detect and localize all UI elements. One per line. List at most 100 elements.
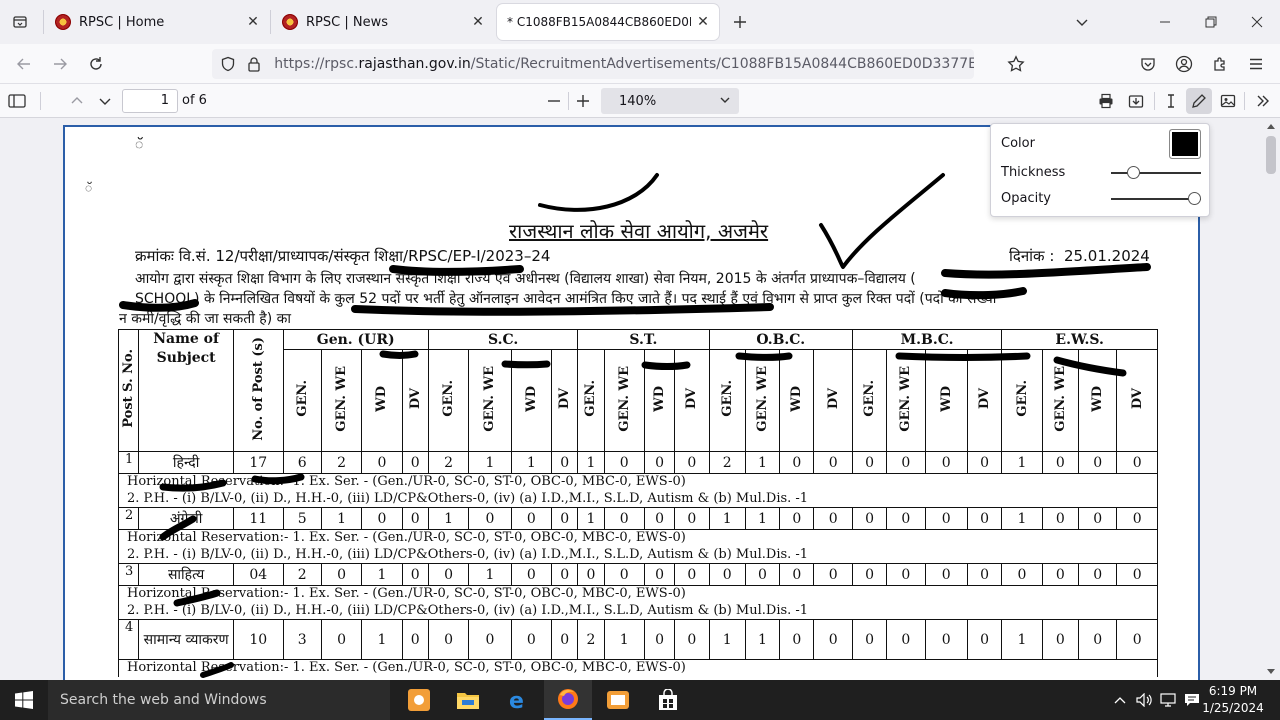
folder-icon [457, 693, 479, 709]
table-cell: 0 [813, 619, 853, 660]
reload-icon [90, 57, 102, 70]
header-group: S.C. [427, 329, 579, 350]
thickness-slider-knob[interactable] [1127, 166, 1140, 179]
url-bar[interactable]: https://rpsc.rajasthan.gov.in/Static/Rec… [212, 49, 974, 79]
table-cell: 0 [886, 451, 926, 474]
tab-close-icon[interactable]: ✕ [466, 10, 490, 34]
table-cell: 1 [468, 451, 512, 474]
horizontal-reservation-row: Horizontal Reservation:- 1. Ex. Ser. - (… [118, 529, 1158, 547]
table-cell: 0 [924, 563, 968, 586]
table-cell: 1 [708, 619, 746, 660]
table-cell: 3 [117, 563, 140, 586]
pocket-button[interactable] [1134, 50, 1162, 78]
tab-close-icon[interactable]: ✕ [691, 10, 715, 34]
table-cell: 1 [117, 451, 140, 474]
subheader-cell: WD [1078, 349, 1118, 452]
color-swatch-button[interactable] [1169, 129, 1201, 159]
start-button[interactable] [0, 680, 48, 720]
table-cell: अंग्रेजी [138, 507, 235, 530]
volume-button[interactable] [1134, 680, 1154, 720]
table-cell: 0 [1041, 507, 1080, 530]
edge-browser-button[interactable]: e [494, 680, 542, 720]
horizontal-reservation-text: Horizontal Reservation:- 1. Ex. Ser. - (… [118, 585, 1158, 603]
table-cell: 0 [813, 507, 853, 530]
print-button[interactable] [1093, 88, 1119, 114]
table-cell: 0 [674, 507, 710, 530]
taskbar-search-box[interactable]: Search the web and Windows [48, 680, 390, 720]
extensions-button[interactable] [1206, 50, 1234, 78]
shield-icon[interactable] [218, 53, 238, 75]
zoom-in-button[interactable] [570, 88, 596, 114]
list-all-tabs-button[interactable] [1068, 8, 1096, 36]
network-button[interactable] [1158, 680, 1178, 720]
page-mark: ॅ [85, 181, 93, 195]
tray-overflow-button[interactable] [1112, 680, 1128, 720]
subheader-cell: WD [924, 349, 968, 452]
text-tool-button[interactable] [1158, 88, 1184, 114]
header-group: Gen. (UR) [282, 329, 429, 350]
document-heading: राजस्थान लोक सेवा आयोग, अजमेर [509, 219, 769, 243]
table-cell: 1 [744, 619, 781, 660]
double-chevron-right-icon [1257, 95, 1269, 107]
table-cell: 0 [643, 563, 676, 586]
file-explorer-button[interactable] [444, 680, 492, 720]
forward-button[interactable] [46, 50, 74, 78]
table-cell: 1 [603, 619, 645, 660]
toolbar-separator [40, 92, 41, 110]
previous-page-button[interactable] [64, 88, 90, 114]
url-text[interactable]: https://rpsc.rajasthan.gov.in/Static/Rec… [274, 56, 974, 72]
thickness-slider[interactable] [1111, 166, 1201, 179]
taskbar-clock[interactable]: 6:19 PM 1/25/2024 [1196, 683, 1270, 717]
image-tool-button[interactable] [1215, 88, 1241, 114]
zoom-select[interactable]: 140% [601, 88, 739, 114]
opacity-slider[interactable] [1111, 192, 1201, 205]
table-cell: 2 [320, 451, 363, 474]
sidebar-toggle-button[interactable] [4, 88, 30, 114]
firefox-button[interactable] [544, 680, 592, 720]
taskbar-app-1[interactable] [395, 680, 443, 720]
table-cell: 0 [551, 563, 579, 586]
zoom-out-button[interactable] [541, 88, 567, 114]
tools-menu-button[interactable] [1250, 88, 1276, 114]
table-cell: 0 [674, 451, 710, 474]
table-cell: 2 [577, 619, 605, 660]
taskbar-app-5[interactable] [594, 680, 642, 720]
restore-button[interactable] [1197, 8, 1225, 36]
table-cell: 0 [1041, 451, 1080, 474]
close-window-button[interactable] [1243, 8, 1271, 36]
tab-pdf-document[interactable]: * C1088FB15A0844CB860ED0D337 ✕ [497, 4, 719, 40]
new-tab-button[interactable] [728, 10, 752, 34]
tab-rpsc-news[interactable]: RPSC | News ✕ [272, 4, 494, 40]
menu-button[interactable] [1242, 50, 1270, 78]
tab-close-icon[interactable]: ✕ [241, 10, 265, 34]
scrollbar-thumb[interactable] [1266, 136, 1276, 174]
tab-rpsc-home[interactable]: RPSC | Home ✕ [45, 4, 269, 40]
scroll-down-arrow-icon[interactable] [1262, 664, 1280, 680]
page-number-input[interactable]: 1 [122, 89, 178, 113]
reload-button[interactable] [82, 50, 110, 78]
tab-list-button[interactable] [6, 8, 34, 36]
save-button[interactable] [1123, 88, 1149, 114]
account-button[interactable] [1170, 50, 1198, 78]
draw-tool-button[interactable] [1186, 88, 1212, 114]
table-cell: 1 [708, 507, 746, 530]
pocket-icon [1141, 58, 1155, 71]
header-num-posts: No. of Post (s) [233, 329, 284, 452]
lock-icon[interactable] [244, 53, 264, 75]
paragraph-line: SCHOOL) के निम्नलिखित विषयों के कुल 52 प… [135, 291, 997, 307]
next-page-button[interactable] [92, 88, 118, 114]
vertical-scrollbar[interactable] [1262, 118, 1280, 680]
back-button[interactable] [10, 50, 38, 78]
firefox-icon [558, 689, 578, 709]
tab-list-icon [13, 16, 27, 28]
store-button[interactable] [644, 680, 692, 720]
download-icon [1128, 95, 1144, 108]
minimize-button[interactable] [1151, 8, 1179, 36]
store-bag-icon [659, 689, 677, 710]
opacity-slider-knob[interactable] [1188, 192, 1201, 205]
toolbar-separator [1154, 92, 1155, 110]
bookmark-star-button[interactable] [1002, 50, 1030, 78]
header-subject: Name of Subject [138, 329, 235, 452]
document-date: दिनांक : 25.01.2024 [1009, 247, 1150, 265]
scroll-up-arrow-icon[interactable] [1262, 118, 1280, 134]
